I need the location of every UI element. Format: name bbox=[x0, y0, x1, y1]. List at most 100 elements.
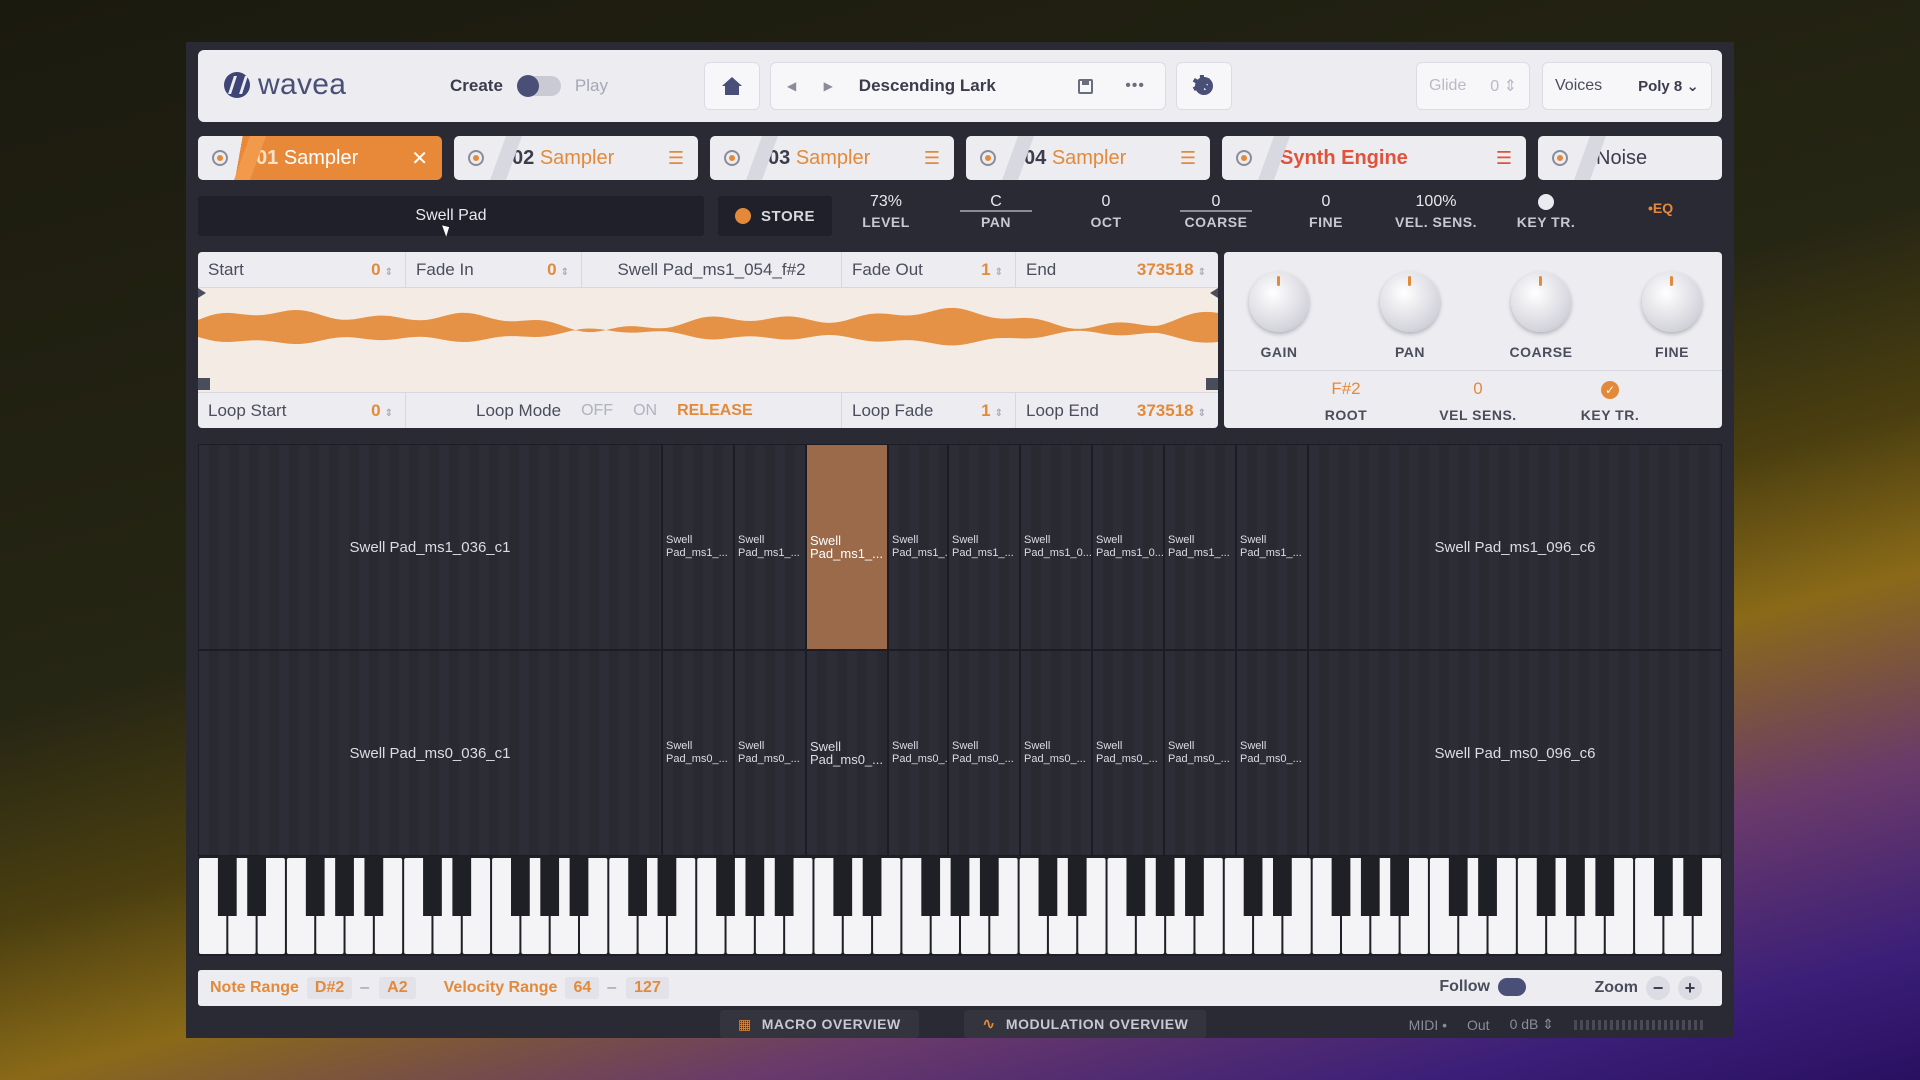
power-icon[interactable] bbox=[1236, 150, 1252, 166]
black-key[interactable] bbox=[1067, 856, 1087, 916]
zone-vel-sens-field[interactable]: 0 VEL SENS. bbox=[1418, 379, 1538, 423]
knob-dial[interactable] bbox=[1511, 272, 1571, 332]
glide-control[interactable]: Glide 0 ⇕ bbox=[1416, 62, 1530, 110]
fade-out-value[interactable]: 1 ⇕ bbox=[981, 260, 1003, 280]
root-field[interactable]: F#2 ROOT bbox=[1286, 379, 1406, 423]
param-value[interactable]: 73% bbox=[836, 190, 936, 214]
power-icon[interactable] bbox=[980, 150, 996, 166]
black-key[interactable] bbox=[1360, 856, 1380, 916]
start-field[interactable]: Start 0 ⇕ bbox=[198, 252, 406, 288]
fade-in-number[interactable]: 0 bbox=[547, 260, 556, 279]
keyboard-follow-icon[interactable] bbox=[1498, 978, 1526, 996]
fade-in-value[interactable]: 0 ⇕ bbox=[547, 260, 569, 280]
param-oct[interactable]: 0 OCT bbox=[1056, 190, 1156, 230]
root-value[interactable]: F#2 bbox=[1286, 379, 1406, 401]
power-icon[interactable] bbox=[468, 150, 484, 166]
zone-cell[interactable]: Swell Pad_ms1_... bbox=[1236, 444, 1308, 650]
zone-cell[interactable]: Swell Pad_ms1_096_c6 bbox=[1308, 444, 1722, 650]
knob-dial[interactable] bbox=[1642, 272, 1702, 332]
zone-cell[interactable]: Swell Pad_ms0_... bbox=[806, 650, 888, 856]
tab-noise[interactable]: Noise bbox=[1538, 136, 1722, 180]
mode-switch[interactable]: Create Play bbox=[450, 75, 608, 97]
spinner-icon[interactable]: ⇕ bbox=[995, 408, 1003, 419]
zone-cell[interactable]: Swell Pad_ms0_... bbox=[1020, 650, 1092, 856]
black-key[interactable] bbox=[1038, 856, 1058, 916]
close-icon[interactable]: ✕ bbox=[411, 146, 428, 171]
loop-end-number[interactable]: 373518 bbox=[1137, 401, 1194, 420]
black-key[interactable] bbox=[1478, 856, 1497, 916]
home-button[interactable] bbox=[704, 62, 760, 110]
black-key[interactable] bbox=[1566, 856, 1585, 916]
key-tr-check[interactable]: ✓ bbox=[1550, 379, 1670, 401]
velocity-range-low[interactable]: 64 bbox=[565, 977, 600, 999]
param-value[interactable]: 0 bbox=[1056, 190, 1156, 214]
voices-dropdown[interactable]: Poly 8 ⌄ bbox=[1638, 77, 1699, 95]
black-key[interactable] bbox=[540, 856, 560, 916]
piano-keys-svg[interactable] bbox=[198, 856, 1722, 956]
fade-out-number[interactable]: 1 bbox=[981, 260, 990, 279]
black-key[interactable] bbox=[1683, 856, 1703, 916]
tab-sampler-04[interactable]: 04 Sampler ☰ bbox=[966, 136, 1210, 180]
modulation-overview-button[interactable]: ∿ MODULATION OVERVIEW bbox=[964, 1010, 1207, 1038]
zone-key-tr-field[interactable]: ✓ KEY TR. bbox=[1550, 379, 1670, 423]
end-field[interactable]: End 373518 ⇕ bbox=[1016, 252, 1218, 288]
start-number[interactable]: 0 bbox=[371, 260, 380, 279]
mode-create-label[interactable]: Create bbox=[450, 76, 503, 96]
zone-cell[interactable]: Swell Pad_ms1_... bbox=[662, 444, 734, 650]
param-fine[interactable]: 0 FINE bbox=[1276, 190, 1376, 230]
black-key[interactable] bbox=[1185, 856, 1204, 916]
black-key[interactable] bbox=[745, 856, 765, 916]
black-key[interactable] bbox=[979, 856, 999, 916]
coarse-knob[interactable]: COARSE bbox=[1506, 272, 1576, 360]
start-value[interactable]: 0 ⇕ bbox=[371, 260, 393, 280]
gain-knob[interactable]: GAIN bbox=[1244, 272, 1314, 360]
loop-start-handle[interactable] bbox=[198, 378, 210, 390]
preset-browser[interactable]: ◀ ▶ Descending Lark ••• bbox=[770, 62, 1166, 110]
velocity-range-high[interactable]: 127 bbox=[626, 977, 669, 999]
param-value[interactable]: 100% bbox=[1386, 190, 1486, 214]
zone-cell[interactable]: Swell Pad_ms1_0... bbox=[1092, 444, 1164, 650]
loop-start-number[interactable]: 0 bbox=[371, 401, 380, 420]
black-key[interactable] bbox=[335, 856, 354, 916]
zone-cell[interactable]: Swell Pad_ms0_096_c6 bbox=[1308, 650, 1722, 856]
sliders-icon[interactable]: ☰ bbox=[668, 148, 684, 169]
note-range-high[interactable]: A2 bbox=[379, 977, 416, 999]
black-key[interactable] bbox=[628, 856, 647, 916]
pan-knob[interactable]: PAN bbox=[1375, 272, 1445, 360]
loop-mode-release[interactable]: RELEASE bbox=[677, 402, 753, 420]
zone-cell[interactable]: Swell Pad_ms1_0... bbox=[1020, 444, 1092, 650]
black-key[interactable] bbox=[423, 856, 442, 916]
zone-cell[interactable]: Swell Pad_ms1_... bbox=[1164, 444, 1236, 650]
black-key[interactable] bbox=[1595, 856, 1615, 916]
sliders-icon[interactable]: ☰ bbox=[1496, 148, 1512, 169]
black-key[interactable] bbox=[1390, 856, 1409, 916]
tab-sampler-03[interactable]: 03 Sampler ☰ bbox=[710, 136, 954, 180]
black-key[interactable] bbox=[1126, 856, 1146, 916]
macro-overview-button[interactable]: ▦ MACRO OVERVIEW bbox=[720, 1010, 919, 1038]
param-vel-sens[interactable]: 100% VEL. SENS. bbox=[1386, 190, 1486, 230]
zone-cell[interactable]: Swell Pad_ms0_... bbox=[1236, 650, 1308, 856]
vel-sens-value[interactable]: 0 bbox=[1418, 379, 1538, 401]
black-key[interactable] bbox=[247, 856, 266, 916]
pan-slider[interactable] bbox=[960, 210, 1032, 212]
knob-dial[interactable] bbox=[1380, 272, 1440, 332]
zone-cell[interactable]: Swell Pad_ms0_... bbox=[662, 650, 734, 856]
black-key[interactable] bbox=[1448, 856, 1468, 916]
preset-name[interactable]: Descending Lark bbox=[859, 76, 1064, 96]
black-key[interactable] bbox=[950, 856, 970, 916]
black-key[interactable] bbox=[716, 856, 735, 916]
tab-sampler-02[interactable]: 02 Sampler ☰ bbox=[454, 136, 698, 180]
end-number[interactable]: 373518 bbox=[1137, 260, 1194, 279]
start-marker[interactable] bbox=[198, 288, 206, 298]
save-icon[interactable] bbox=[1078, 78, 1094, 94]
param-pan[interactable]: C PAN bbox=[946, 190, 1046, 230]
sliders-icon[interactable]: ☰ bbox=[1180, 148, 1196, 169]
power-icon[interactable] bbox=[1552, 150, 1568, 166]
black-key[interactable] bbox=[774, 856, 794, 916]
loop-fade-value[interactable]: 1 ⇕ bbox=[981, 401, 1003, 421]
spinner-icon[interactable]: ⇕ bbox=[385, 408, 393, 419]
tab-synth-engine[interactable]: Synth Engine ☰ bbox=[1222, 136, 1526, 180]
fade-in-field[interactable]: Fade In 0 ⇕ bbox=[406, 252, 582, 288]
black-key[interactable] bbox=[452, 856, 472, 916]
black-key[interactable] bbox=[1155, 856, 1175, 916]
